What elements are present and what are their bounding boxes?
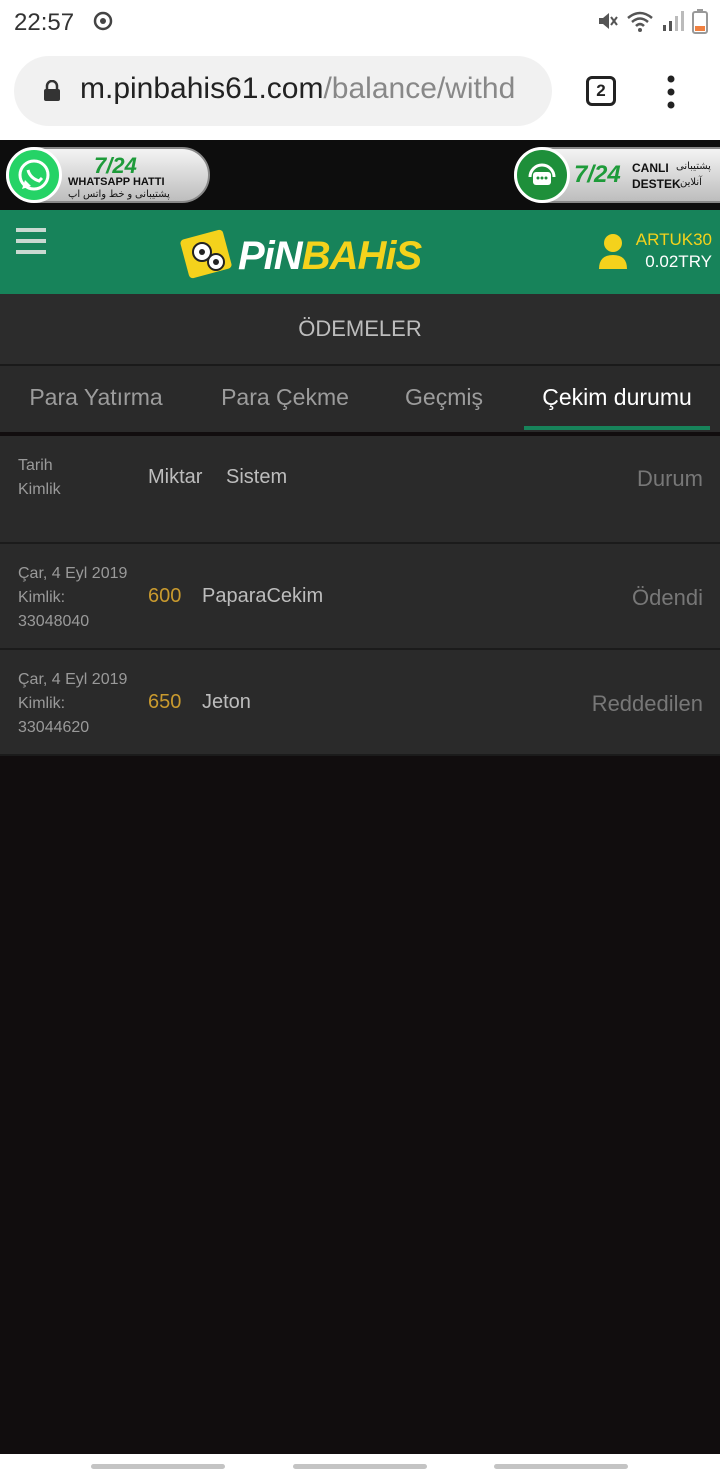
tab-withdrawal-status[interactable]: Çekim durumu xyxy=(524,366,710,430)
withdrawal-status-table: Tarih Kimlik Miktar Sistem Durum Çar, 4 … xyxy=(0,436,720,756)
promo-strip: 7/24 WHATSAPP HATTI پشتیبانی و خط واتس ا… xyxy=(0,140,720,210)
row-status: Ödendi xyxy=(632,585,703,610)
row-id-label: Kimlik: xyxy=(18,695,66,712)
header-amount: Miktar xyxy=(148,466,203,488)
tabs-button[interactable]: 2 xyxy=(586,76,616,106)
sync-icon xyxy=(93,11,113,31)
row-date: Çar, 4 Eyl 2019 xyxy=(18,565,128,582)
lock-icon xyxy=(44,80,60,101)
brand-logo[interactable]: PiNBAHiS xyxy=(180,228,470,284)
tab-deposit[interactable]: Para Yatırma xyxy=(12,366,180,430)
headset-icon xyxy=(514,147,570,203)
mute-icon xyxy=(599,13,618,29)
menu-icon[interactable] xyxy=(16,228,46,256)
battery-icon xyxy=(692,9,708,34)
brand-name: PiNBAHiS xyxy=(238,234,422,278)
more-icon[interactable] xyxy=(662,74,680,110)
row-date-id: Çar, 4 Eyl 2019 Kimlik: 33044620 xyxy=(18,668,127,740)
whatsapp-title: WHATSAPP HATTI xyxy=(68,176,165,188)
header-status: Durum xyxy=(636,466,703,491)
row-system: Jeton xyxy=(202,691,251,713)
table-row: Çar, 4 Eyl 2019 Kimlik: 33044620 650 Jet… xyxy=(0,650,720,756)
header-system: Sistem xyxy=(226,466,288,488)
status-bar: 22:57 xyxy=(0,0,720,44)
account-balance: 0.02TRY xyxy=(645,252,712,271)
row-amount: 600 xyxy=(148,585,182,607)
row-system: PaparaCekim xyxy=(202,585,324,607)
row-date: Çar, 4 Eyl 2019 xyxy=(18,671,128,688)
support-hours: 7/24 xyxy=(574,161,621,188)
signal-icon xyxy=(663,11,684,31)
user-icon[interactable] xyxy=(598,232,628,270)
tab-history[interactable]: Geçmiş xyxy=(384,366,504,430)
url-text: m.pinbahis61.com/balance/withd xyxy=(80,72,516,105)
nav-home-button[interactable] xyxy=(293,1464,427,1469)
row-id: 33048040 xyxy=(18,613,90,630)
header-id: Kimlik xyxy=(18,481,61,498)
row-amount: 650 xyxy=(148,691,182,713)
header-date-id: Tarih Kimlik xyxy=(18,454,61,502)
row-status: Reddedilen xyxy=(591,691,703,716)
whatsapp-banner[interactable]: 7/24 WHATSAPP HATTI پشتیبانی و خط واتس ا… xyxy=(6,147,210,203)
support-line2: DESTEK xyxy=(632,177,681,191)
page-title: ÖDEMELER xyxy=(298,316,422,341)
row-id-label: Kimlik: xyxy=(18,589,66,606)
row-id: 33044620 xyxy=(18,719,90,736)
table-header: Tarih Kimlik Miktar Sistem Durum xyxy=(0,436,720,544)
logo-ball-icon xyxy=(180,229,232,279)
payment-tabs: Para Yatırma Para Çekme Geçmiş Çekim dur… xyxy=(0,366,720,432)
table-row: Çar, 4 Eyl 2019 Kimlik: 33048040 600 Pap… xyxy=(0,544,720,650)
live-support-banner[interactable]: 7/24 CANLI DESTEK پشتیبانی آنلاین xyxy=(514,147,720,203)
wifi-icon xyxy=(627,11,653,32)
browser-toolbar: m.pinbahis61.com/balance/withd 2 xyxy=(0,44,720,140)
tab-withdraw[interactable]: Para Çekme xyxy=(200,366,370,430)
address-bar[interactable]: m.pinbahis61.com/balance/withd xyxy=(14,56,552,126)
username[interactable]: ARTUK30 xyxy=(636,230,712,250)
header-date: Tarih xyxy=(18,457,53,474)
whatsapp-icon xyxy=(6,147,62,203)
nav-back-button[interactable] xyxy=(494,1464,628,1469)
support-line1: CANLI xyxy=(632,161,669,175)
whatsapp-subtitle: پشتیبانی و خط واتس اپ xyxy=(68,189,170,200)
support-fa1: پشتیبانی xyxy=(676,161,711,172)
support-fa2: آنلاین xyxy=(680,177,702,188)
system-nav-bar xyxy=(0,1454,720,1480)
status-icons xyxy=(596,8,708,34)
status-time: 22:57 xyxy=(14,9,75,36)
nav-recents-button[interactable] xyxy=(91,1464,225,1469)
row-date-id: Çar, 4 Eyl 2019 Kimlik: 33048040 xyxy=(18,562,127,634)
site-header: PiNBAHiS ARTUK30 0.02TRY xyxy=(0,210,720,294)
page-title-bar: ÖDEMELER xyxy=(0,294,720,366)
